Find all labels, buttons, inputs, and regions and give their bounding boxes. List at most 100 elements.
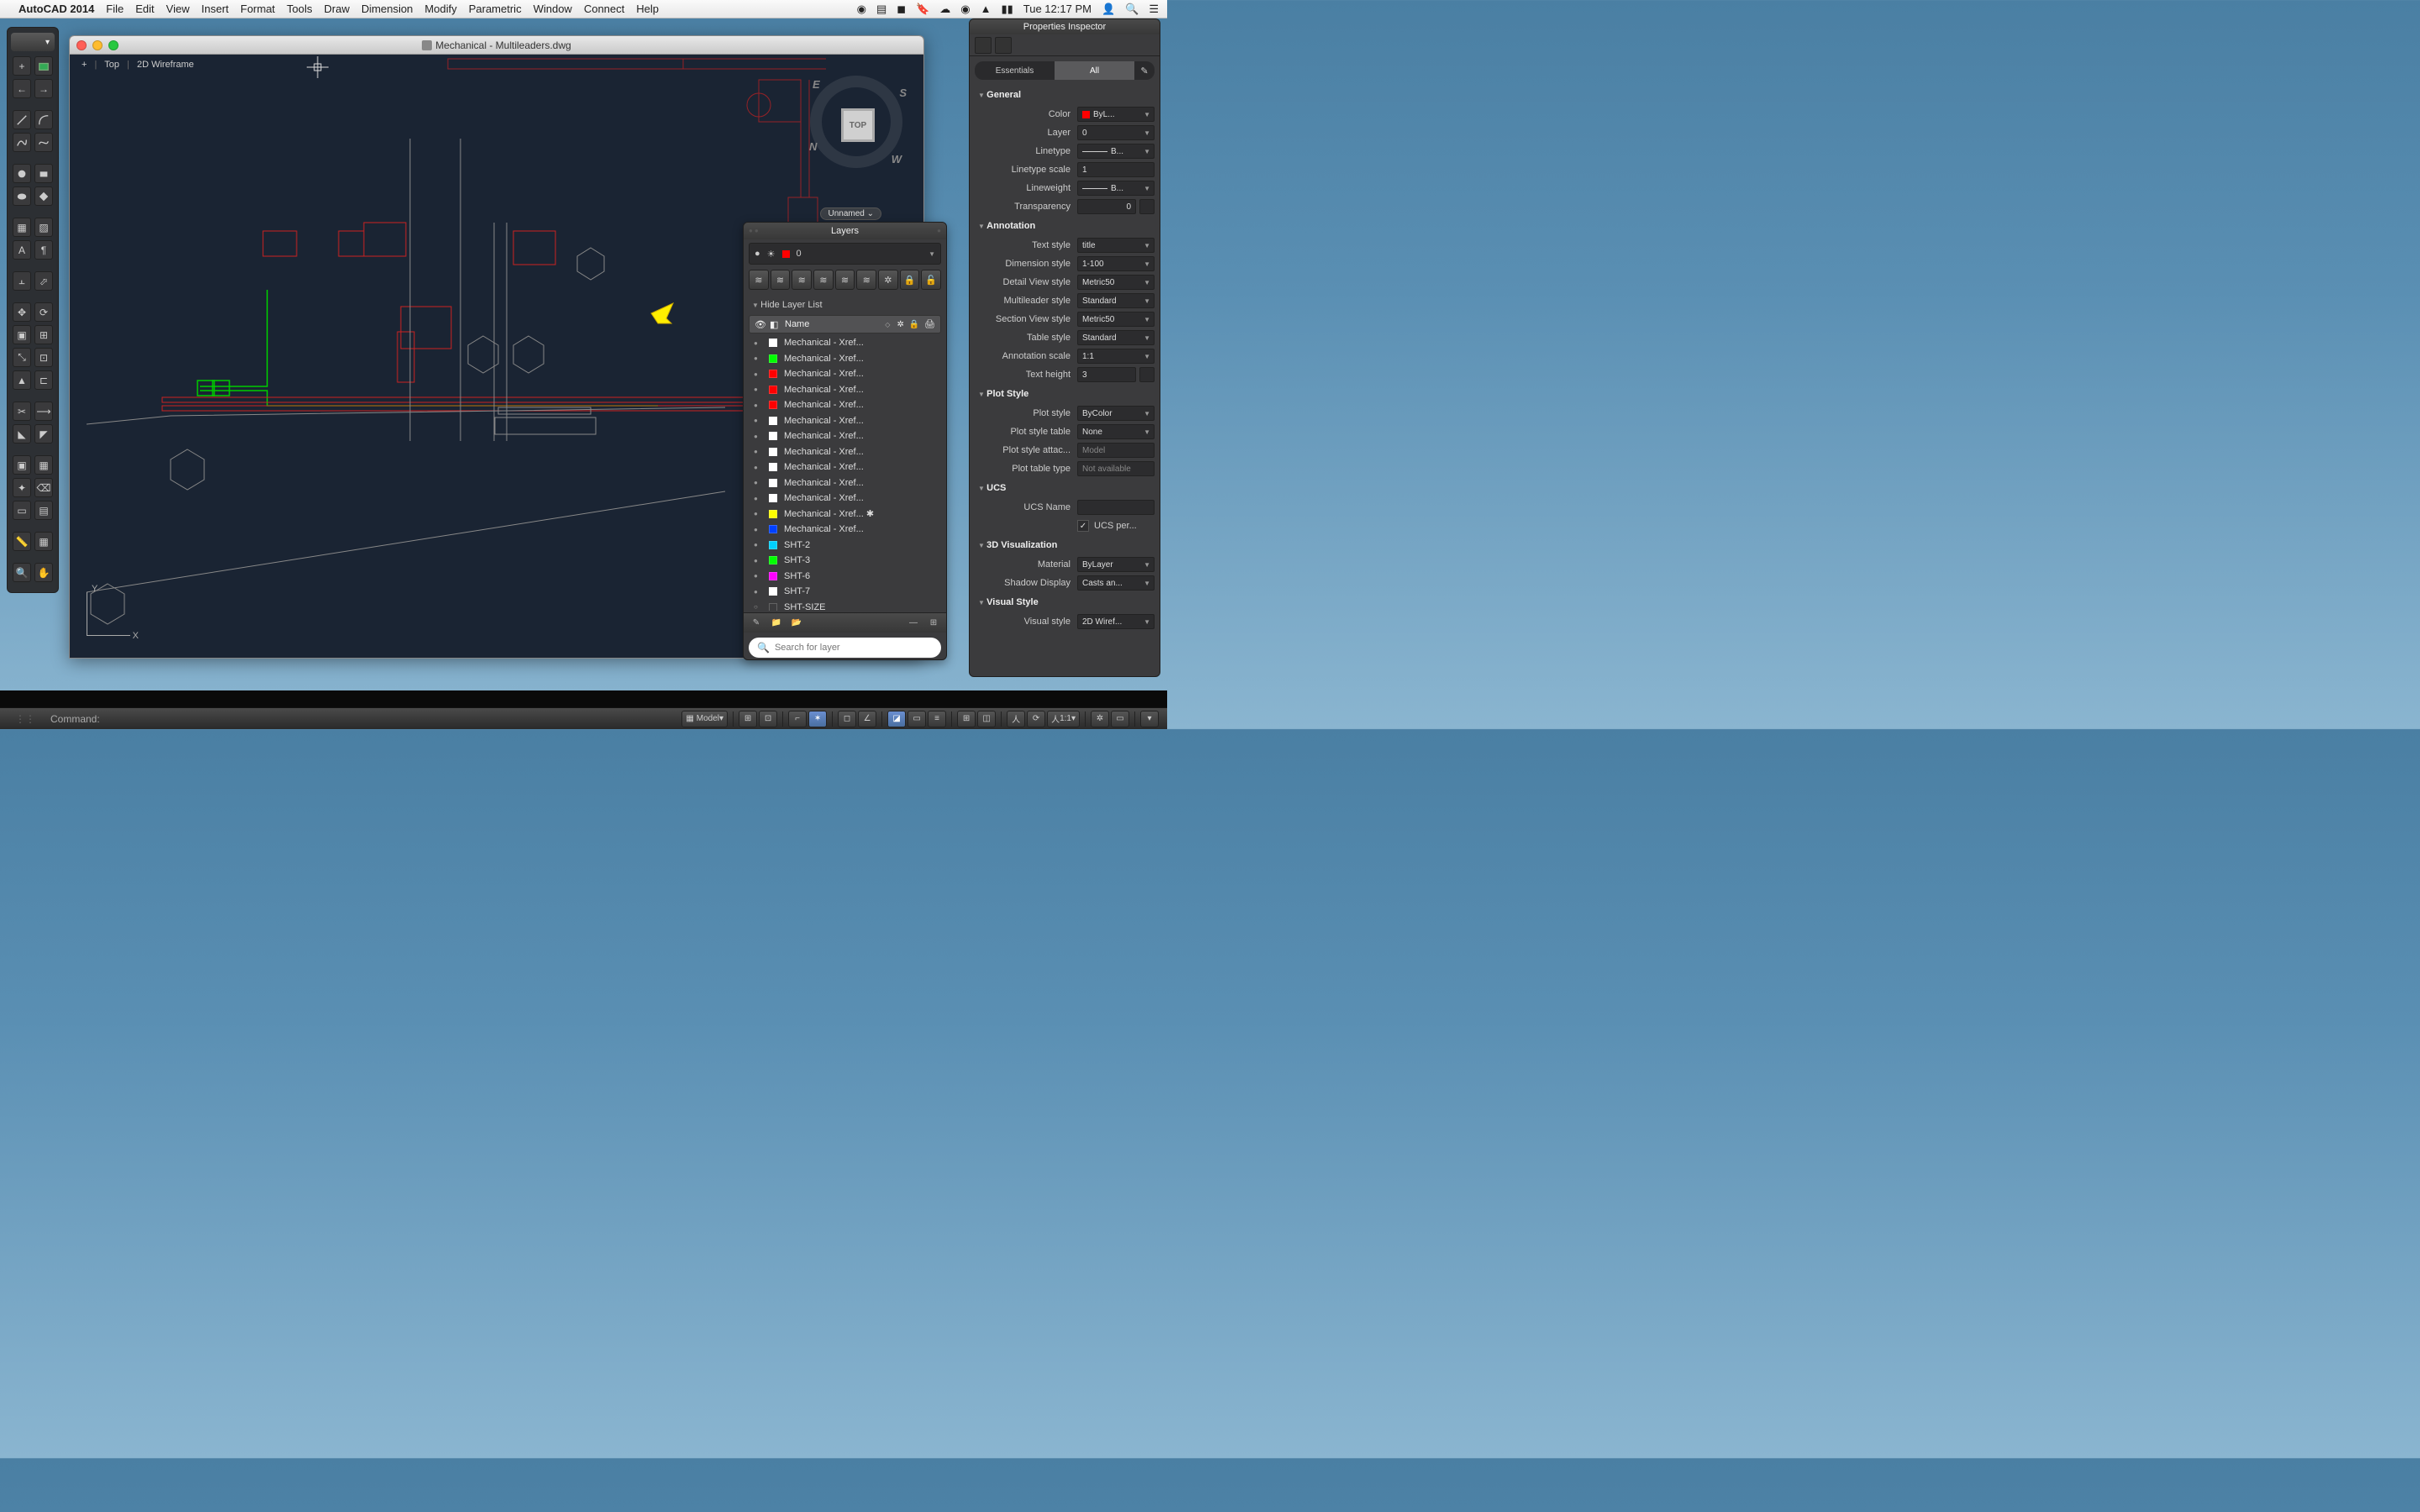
layer-color-swatch[interactable] <box>769 448 777 456</box>
array-tool[interactable]: ⊞ <box>34 325 53 344</box>
menu-help[interactable]: Help <box>636 3 659 15</box>
layer-row[interactable]: ●Mechanical - Xref... <box>747 351 943 367</box>
scale-tool[interactable]: ⤡ <box>13 348 31 367</box>
layer-visibility-icon[interactable]: ● <box>754 354 769 362</box>
layer-prev-button[interactable]: ✲ <box>878 270 898 290</box>
command-bar-grip[interactable]: ⋮⋮ <box>0 708 50 729</box>
linetype-scale-input[interactable]: 1 <box>1077 162 1155 177</box>
anno-auto-toggle[interactable]: ⟳ <box>1027 711 1045 727</box>
menu-connect[interactable]: Connect <box>584 3 624 15</box>
layer-color-swatch[interactable] <box>769 354 777 363</box>
material-dropdown[interactable]: ByLayer▼ <box>1077 557 1155 572</box>
arc-tool[interactable] <box>34 110 53 129</box>
layer-color-swatch[interactable] <box>769 525 777 533</box>
mirror-tool[interactable]: ▲ <box>13 370 31 390</box>
polygon-tool[interactable] <box>34 186 53 206</box>
redo-tool[interactable]: → <box>34 79 53 98</box>
layer-visibility-icon[interactable]: ● <box>754 339 769 347</box>
layer-dropdown[interactable]: 0▼ <box>1077 125 1155 140</box>
layer-color-swatch[interactable] <box>769 432 777 440</box>
viewcube-north[interactable]: N <box>809 140 817 153</box>
layer-row[interactable]: ●Mechanical - Xref... <box>747 428 943 444</box>
plot-style-table-dropdown[interactable]: None▼ <box>1077 424 1155 439</box>
viewcube[interactable]: TOP N S E W <box>806 71 907 172</box>
layer-states-button[interactable]: ≋ <box>749 270 769 290</box>
explode-tool[interactable]: ✦ <box>13 478 31 497</box>
layers-panel-title[interactable]: Layers <box>744 223 946 239</box>
layer-row[interactable]: ●SHT-7 <box>747 584 943 600</box>
layer-row[interactable]: ●Mechanical - Xref... <box>747 475 943 491</box>
layer-visibility-icon[interactable]: ● <box>754 370 769 378</box>
section-3d-viz[interactable]: 3D Visualization <box>970 535 1160 555</box>
layer-row[interactable]: ●Mechanical - Xref... <box>747 444 943 460</box>
text-height-input[interactable]: 3 <box>1077 367 1136 382</box>
layer-color-swatch[interactable] <box>769 587 777 596</box>
open-tool[interactable] <box>34 56 53 76</box>
layer-visibility-icon[interactable]: ● <box>754 495 769 502</box>
dyn-toggle[interactable]: ▭ <box>908 711 926 727</box>
leader-tool[interactable]: ⬀ <box>34 271 53 291</box>
mtext-tool[interactable]: ¶ <box>34 240 53 260</box>
menu-dimension[interactable]: Dimension <box>361 3 413 15</box>
layer-visibility-icon[interactable]: ● <box>754 526 769 533</box>
transparency-stepper[interactable] <box>1139 199 1155 214</box>
layer-color-swatch[interactable] <box>769 603 777 611</box>
text-height-button[interactable] <box>1139 367 1155 382</box>
extend-tool[interactable]: ⟶ <box>34 402 53 421</box>
layer-row[interactable]: ●Mechanical - Xref... <box>747 522 943 538</box>
multileader-style-dropdown[interactable]: Standard▼ <box>1077 293 1155 308</box>
new-tool[interactable]: + <box>13 56 31 76</box>
detail-view-style-dropdown[interactable]: Metric50▼ <box>1077 275 1155 290</box>
layer-row[interactable]: ●Mechanical - Xref... <box>747 366 943 382</box>
wifi-icon[interactable]: ◉ <box>960 3 970 16</box>
model-space-button[interactable]: ▦ Model ▾ <box>681 711 728 727</box>
freeze-column-icon[interactable]: ✲ <box>897 320 903 329</box>
layer-visibility-icon[interactable]: ● <box>754 510 769 517</box>
section-annotation[interactable]: Annotation <box>970 216 1160 236</box>
stretch-tool[interactable]: ⊡ <box>34 348 53 367</box>
dimension-style-dropdown[interactable]: 1-100▼ <box>1077 256 1155 271</box>
new-layer-button[interactable]: ✎ <box>749 616 764 631</box>
picker-button[interactable]: ✎ <box>1134 61 1155 80</box>
layer-search[interactable]: 🔍 <box>749 638 941 658</box>
linetype-dropdown[interactable]: B...▼ <box>1077 144 1155 159</box>
app-name[interactable]: AutoCAD 2014 <box>18 3 94 15</box>
layer-color-swatch[interactable] <box>769 339 777 347</box>
clock-text[interactable]: Tue 12:17 PM <box>1023 3 1092 15</box>
visibility-column-icon[interactable]: 👁 <box>755 319 770 330</box>
layer-visibility-icon[interactable]: ● <box>754 572 769 580</box>
sort-icon[interactable]: ◇ <box>885 321 890 328</box>
lwt-toggle[interactable]: ≡ <box>928 711 946 727</box>
menu-draw[interactable]: Draw <box>324 3 350 15</box>
user-icon[interactable]: 👤 <box>1102 3 1115 16</box>
visual-style-dropdown[interactable]: 2D Wiref...▼ <box>1077 614 1155 629</box>
otrack-toggle[interactable]: ∠ <box>858 711 876 727</box>
polar-toggle[interactable]: ✶ <box>808 711 827 727</box>
properties-tool[interactable]: ▤ <box>34 501 53 520</box>
layer-tool[interactable]: ▭ <box>13 501 31 520</box>
table-style-dropdown[interactable]: Standard▼ <box>1077 330 1155 345</box>
shadow-display-dropdown[interactable]: Casts an...▼ <box>1077 575 1155 591</box>
layer-row[interactable]: ●SHT-6 <box>747 569 943 585</box>
workspace-button[interactable]: ✲ <box>1091 711 1109 727</box>
layer-row[interactable]: ●Mechanical - Xref... <box>747 413 943 429</box>
grid-toggle[interactable]: ⊞ <box>739 711 757 727</box>
layer-color-swatch[interactable] <box>769 572 777 580</box>
viewcube-south[interactable]: S <box>899 87 907 99</box>
viewport-style-label[interactable]: 2D Wireframe <box>137 60 194 70</box>
section-visual-style[interactable]: Visual Style <box>970 592 1160 612</box>
zoom-tool[interactable]: 🔍 <box>13 563 31 582</box>
text-style-dropdown[interactable]: title▼ <box>1077 238 1155 253</box>
viewcube-top-face[interactable]: TOP <box>841 108 875 142</box>
annotation-scale-dropdown[interactable]: 1:1▼ <box>1077 349 1155 364</box>
spotlight-icon[interactable]: ◉ <box>857 3 866 16</box>
menu-format[interactable]: Format <box>240 3 275 15</box>
polyline-tool[interactable] <box>13 133 31 152</box>
chamfer-tool[interactable]: ◤ <box>34 424 53 444</box>
search-icon[interactable]: 🔍 <box>1125 3 1139 16</box>
move-tool[interactable]: ✥ <box>13 302 31 322</box>
dimension-tool[interactable]: ⫠ <box>13 271 31 291</box>
layer-visibility-icon[interactable]: ● <box>754 464 769 471</box>
hide-layer-list-toggle[interactable]: Hide Layer List <box>744 295 946 315</box>
table-tool[interactable]: ▦ <box>34 532 53 551</box>
